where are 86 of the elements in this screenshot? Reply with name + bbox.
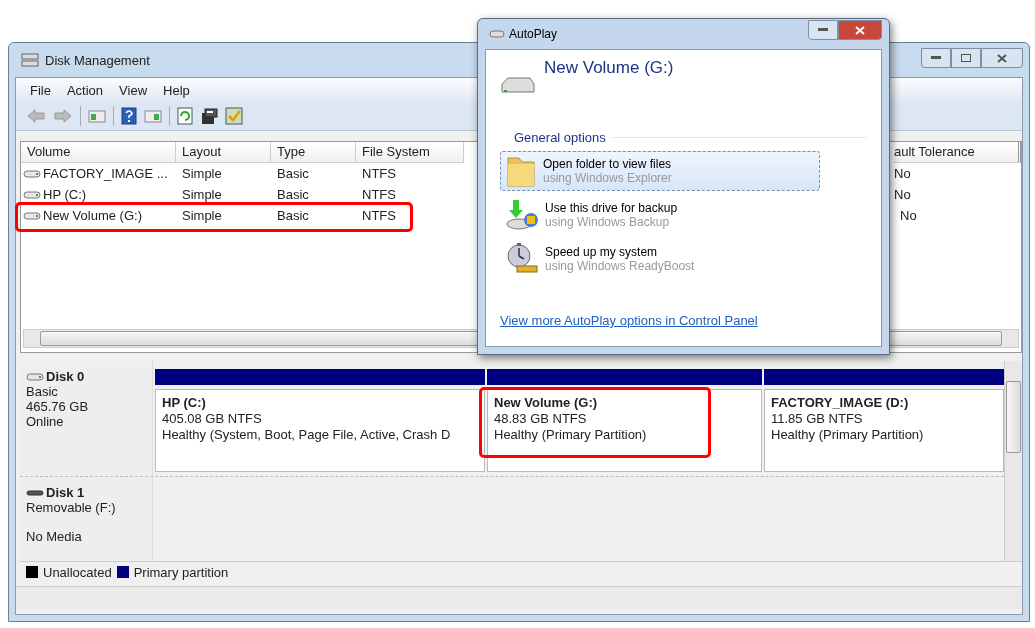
- option-subtitle: using Windows ReadyBoost: [545, 259, 695, 273]
- option-title: Use this drive for backup: [545, 201, 678, 215]
- option-subtitle: using Windows Explorer: [543, 171, 672, 185]
- partition-size: 48.83 GB NTFS: [494, 411, 588, 426]
- column-header[interactable]: Volume: [21, 142, 176, 163]
- partition-status: Healthy (Primary Partition): [494, 427, 648, 442]
- partition-name: HP (C:): [162, 395, 207, 410]
- menu-item[interactable]: File: [24, 80, 57, 100]
- table-cell: Basic: [277, 187, 309, 202]
- menu-item[interactable]: Help: [157, 80, 196, 100]
- table-cell: No: [894, 166, 911, 181]
- disk-info: Basic: [26, 384, 59, 399]
- partition-box[interactable]: HP (C:) 405.08 GB NTFS Healthy (System, Boot, Page File, Active, Crash D: [155, 389, 485, 472]
- drive-icon: [500, 76, 536, 96]
- checklist-icon[interactable]: [225, 107, 243, 125]
- dialog-title: AutoPlay: [509, 27, 558, 41]
- maximize-icon: [961, 54, 971, 62]
- control-panel-link[interactable]: View more AutoPlay options in Control Panel: [500, 313, 867, 328]
- column-header[interactable]: Type: [271, 142, 356, 163]
- option-subtitle: using Windows Backup: [545, 215, 671, 229]
- autoplay-option[interactable]: Use this drive for backup using Windows Backup: [500, 195, 820, 235]
- drive-icon: [23, 210, 41, 221]
- drive-icon: [23, 189, 41, 200]
- vertical-scrollbar[interactable]: [1004, 361, 1022, 561]
- disk-info: 465.76 GB: [26, 399, 90, 414]
- close-button[interactable]: [981, 48, 1023, 68]
- table-cell: Simple: [182, 166, 222, 181]
- table-cell: Basic: [277, 166, 309, 181]
- partition-size: 11.85 GB NTFS: [771, 411, 864, 426]
- partition-box[interactable]: FACTORY_IMAGE (D:) 11.85 GB NTFS Healthy (Primary Partition): [764, 389, 1004, 472]
- column-header[interactable]: ault Tolerance: [894, 142, 1021, 163]
- disk-management-icon: [21, 52, 39, 68]
- table-cell: Simple: [182, 187, 222, 202]
- close-icon: [997, 53, 1007, 63]
- panel-icon[interactable]: [88, 108, 106, 124]
- table-cell: HP (C:): [43, 187, 87, 202]
- table-cell: NTFS: [362, 208, 396, 223]
- table-cell: Simple: [182, 208, 222, 223]
- menu-item[interactable]: View: [113, 80, 154, 100]
- removable-drive-icon: [26, 488, 44, 497]
- folder-icon: [505, 154, 537, 188]
- table-cell: No: [900, 208, 917, 223]
- backup-drive-icon: [505, 198, 539, 232]
- partition-name: New Volume (G:): [494, 395, 599, 410]
- partition-size: 405.08 GB NTFS: [162, 411, 263, 426]
- drive-icon: [23, 168, 41, 179]
- legend-label: Unallocated: [43, 564, 112, 580]
- partition-status: Healthy (Primary Partition): [771, 427, 925, 442]
- properties-icon[interactable]: [200, 107, 218, 125]
- column-header[interactable]: File System: [356, 142, 464, 163]
- disk-info: No Media: [26, 529, 83, 544]
- disk-name: Disk 0: [46, 369, 85, 384]
- autoplay-option[interactable]: Speed up my system using Windows ReadyBoost: [500, 239, 820, 279]
- table-cell: New Volume (G:): [43, 208, 142, 223]
- close-icon: [855, 25, 865, 35]
- table-cell: NTFS: [362, 166, 396, 181]
- panel-icon[interactable]: [144, 108, 162, 124]
- table-cell: Basic: [277, 208, 309, 223]
- partition-status: Healthy (System, Boot, Page File, Active, Crash D: [162, 427, 452, 442]
- minimize-button[interactable]: [808, 20, 838, 40]
- stopwatch-icon: [505, 242, 539, 276]
- menu-item[interactable]: Action: [60, 80, 110, 100]
- section-heading: General options: [514, 130, 606, 145]
- minimize-button[interactable]: [921, 48, 951, 68]
- partition-box[interactable]: New Volume (G:) 48.83 GB NTFS Healthy (Primary Partition): [487, 389, 762, 472]
- option-title: Speed up my system: [545, 245, 659, 259]
- device-name: New Volume (G:): [544, 58, 674, 79]
- table-cell: FACTORY_IMAGE ...: [43, 166, 168, 181]
- maximize-button[interactable]: [951, 48, 981, 68]
- minimize-icon: [931, 56, 941, 60]
- help-icon[interactable]: [121, 107, 137, 125]
- drive-icon: [489, 29, 505, 39]
- disk-info: Removable (F:): [26, 500, 117, 515]
- column-header[interactable]: Layout: [176, 142, 271, 163]
- disk-name: Disk 1: [46, 485, 85, 500]
- partition-name: FACTORY_IMAGE (D:): [771, 395, 910, 410]
- minimize-icon: [818, 28, 828, 32]
- close-button[interactable]: [838, 20, 882, 40]
- table-cell: No: [894, 187, 911, 202]
- disk-info: Online: [26, 414, 65, 429]
- option-title: Open folder to view files: [543, 157, 672, 171]
- table-cell: NTFS: [362, 187, 396, 202]
- legend-label: Primary partition: [133, 564, 229, 580]
- refresh-icon[interactable]: [177, 107, 193, 125]
- window-title: Disk Management: [45, 52, 150, 68]
- autoplay-option[interactable]: Open folder to view files using Windows Explorer: [500, 151, 820, 191]
